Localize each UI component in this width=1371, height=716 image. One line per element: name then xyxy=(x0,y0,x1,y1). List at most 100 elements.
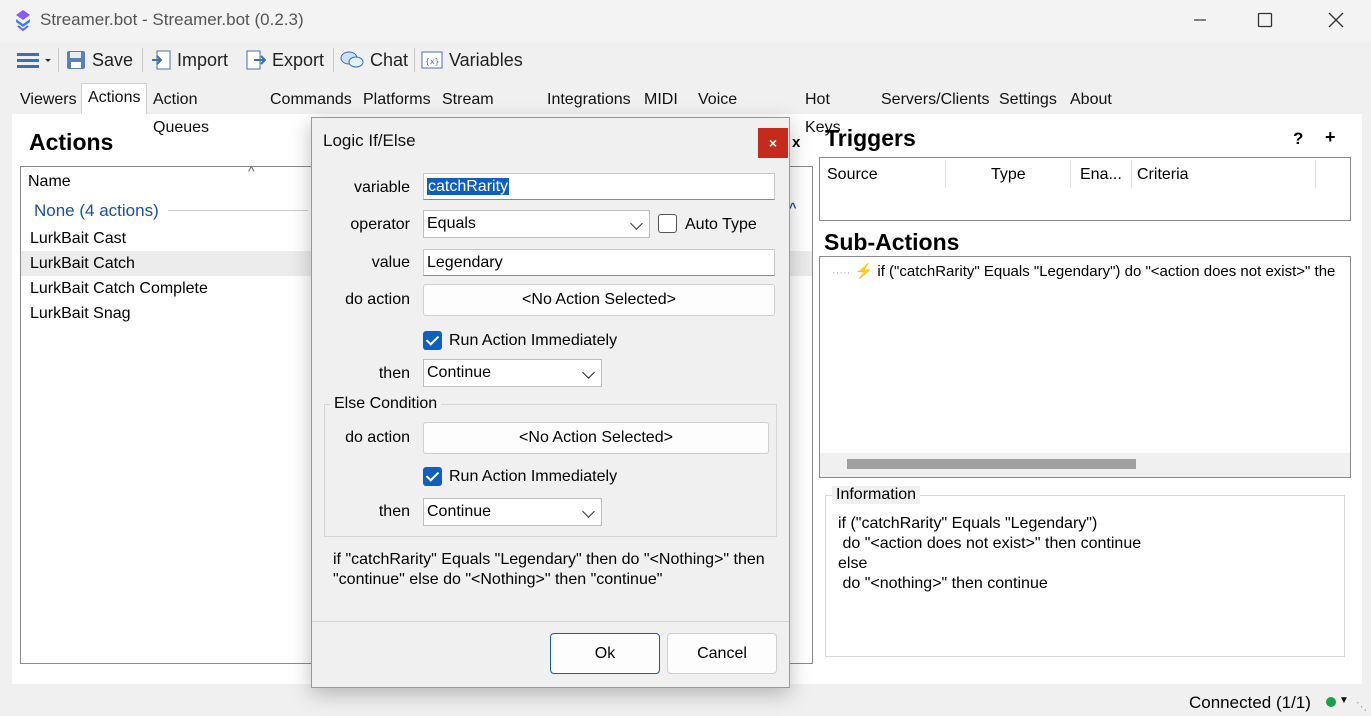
toolbar: Save Import Export Chat {x} Variables xyxy=(0,42,1371,78)
import-icon xyxy=(152,50,171,70)
column-divider xyxy=(1131,160,1132,188)
save-label: Save xyxy=(92,49,134,70)
sub-action-text: if ("catchRarity" Equals "Legendary") do… xyxy=(877,263,1336,280)
minimize-button[interactable] xyxy=(1170,0,1230,40)
close-panel-button[interactable]: x xyxy=(792,134,800,151)
tab-settings[interactable]: Settings xyxy=(993,86,1063,114)
sort-ascending-icon: ^ xyxy=(248,163,255,179)
tab-actions[interactable]: Actions xyxy=(81,83,148,114)
dialog-footer-divider xyxy=(312,621,789,622)
logic-if-else-dialog: Logic If/Else × variable catchRarity ope… xyxy=(311,117,790,688)
tab-viewers[interactable]: Viewers xyxy=(14,86,83,114)
toolbar-separator xyxy=(333,48,334,72)
column-header-type[interactable]: Type xyxy=(991,166,1026,184)
streamerbot-logo-icon xyxy=(16,10,30,31)
column-divider xyxy=(1070,160,1071,188)
variables-label: Variables xyxy=(449,49,523,70)
chevron-down-icon xyxy=(582,505,595,518)
column-header-enabled[interactable]: Ena... xyxy=(1080,166,1122,184)
else-do-action-label: do action xyxy=(345,429,410,446)
operator-value: Equals xyxy=(427,215,476,232)
status-indicator-icon[interactable] xyxy=(1326,697,1336,707)
tree-connector: ····· xyxy=(832,267,851,279)
else-run-immediately-checkbox[interactable] xyxy=(423,467,442,486)
operator-select[interactable]: Equals xyxy=(423,210,650,238)
title-bar: Streamer.bot - Streamer.bot (0.2.3) xyxy=(0,0,1371,42)
tab-about[interactable]: About xyxy=(1064,86,1118,114)
chevron-down-icon xyxy=(582,366,595,379)
chat-button[interactable]: Chat xyxy=(340,45,408,75)
sub-action-item[interactable]: ····· ⚡ if ("catchRarity" Equals "Legend… xyxy=(832,262,1335,280)
variables-button[interactable]: {x} Variables xyxy=(421,45,523,75)
value-label: value xyxy=(371,254,410,271)
actions-panel-title: Actions xyxy=(29,129,114,155)
lightning-icon: ⚡ xyxy=(854,263,874,280)
maximize-button[interactable] xyxy=(1235,0,1295,40)
chat-icon xyxy=(340,51,364,68)
then-select[interactable]: Continue xyxy=(423,359,602,387)
tab-platforms[interactable]: Platforms xyxy=(357,86,437,114)
do-action-button[interactable]: <No Action Selected> xyxy=(423,284,775,316)
else-do-action-button[interactable]: <No Action Selected> xyxy=(423,422,769,454)
else-then-select[interactable]: Continue xyxy=(423,498,602,526)
column-header-source[interactable]: Source xyxy=(827,166,878,184)
else-then-label: then xyxy=(378,503,410,520)
condition-summary: if "catchRarity" Equals "Legendary" then… xyxy=(333,551,765,588)
group-divider xyxy=(168,210,308,211)
cancel-button[interactable]: Cancel xyxy=(667,633,777,674)
chat-label: Chat xyxy=(370,49,409,70)
export-label: Export xyxy=(272,49,325,70)
toolbar-separator xyxy=(142,48,143,72)
dialog-close-button[interactable]: × xyxy=(758,128,788,158)
column-header-criteria[interactable]: Criteria xyxy=(1137,166,1189,184)
save-button[interactable]: Save xyxy=(66,45,133,75)
tab-servers-clients[interactable]: Servers/Clients xyxy=(875,86,995,114)
close-window-button[interactable] xyxy=(1306,0,1366,40)
chevron-down-icon[interactable]: ▼ xyxy=(1339,695,1349,706)
run-immediately-checkbox[interactable] xyxy=(423,331,442,350)
tab-hot-keys[interactable]: Hot Keys xyxy=(799,86,847,136)
variable-input[interactable]: catchRarity xyxy=(423,173,775,200)
sub-actions-tree[interactable]: ····· ⚡ if ("catchRarity" Equals "Legend… xyxy=(819,256,1351,478)
horizontal-scrollbar[interactable] xyxy=(820,453,1350,477)
dialog-title: Logic If/Else xyxy=(323,131,416,150)
toolbar-separator xyxy=(414,48,415,72)
menu-dropdown-button[interactable] xyxy=(16,45,52,75)
run-immediately-label: Run Action Immediately xyxy=(449,332,618,349)
then-value: Continue xyxy=(427,364,492,381)
export-icon xyxy=(246,50,266,70)
triggers-table[interactable]: Source Type Ena... Criteria xyxy=(819,157,1351,221)
triggers-help-button[interactable]: ? xyxy=(1293,129,1303,149)
import-button[interactable]: Import xyxy=(151,45,228,75)
tab-stream-apps[interactable]: Stream Apps xyxy=(436,86,500,136)
window-title: Streamer.bot - Streamer.bot (0.2.3) xyxy=(40,10,304,29)
hamburger-menu-icon xyxy=(17,53,51,68)
collapse-group-icon[interactable]: ^ xyxy=(789,200,797,215)
maximize-icon xyxy=(1257,12,1273,28)
else-condition-title: Else Condition xyxy=(330,395,442,413)
tab-midi[interactable]: MIDI xyxy=(638,86,684,114)
close-icon xyxy=(1328,12,1344,28)
value-input[interactable]: Legendary xyxy=(423,249,775,276)
minimize-icon xyxy=(1194,19,1206,21)
resize-grip-icon[interactable]: ⋱ xyxy=(1356,700,1367,713)
variable-label: variable xyxy=(353,179,410,196)
connection-status: Connected (1/1) xyxy=(1189,693,1311,712)
auto-type-label: Auto Type xyxy=(685,216,757,233)
group-header[interactable]: None (4 actions) xyxy=(34,201,159,221)
ok-button[interactable]: Ok xyxy=(550,633,660,674)
auto-type-checkbox[interactable] xyxy=(658,214,677,233)
tab-action-queues[interactable]: Action Queues xyxy=(147,86,215,136)
else-then-value: Continue xyxy=(427,503,492,520)
save-icon xyxy=(67,51,85,69)
tab-voice-control[interactable]: Voice Control xyxy=(692,86,756,136)
export-button[interactable]: Export xyxy=(246,45,324,75)
tab-commands[interactable]: Commands xyxy=(264,86,358,114)
variables-icon: {x} xyxy=(421,51,443,69)
triggers-add-button[interactable]: + xyxy=(1325,127,1336,148)
tab-integrations[interactable]: Integrations xyxy=(541,86,637,114)
toolbar-separator xyxy=(58,48,59,72)
column-header-name[interactable]: Name xyxy=(28,173,71,191)
chevron-down-icon xyxy=(630,217,643,230)
scrollbar-thumb[interactable] xyxy=(847,459,1136,469)
